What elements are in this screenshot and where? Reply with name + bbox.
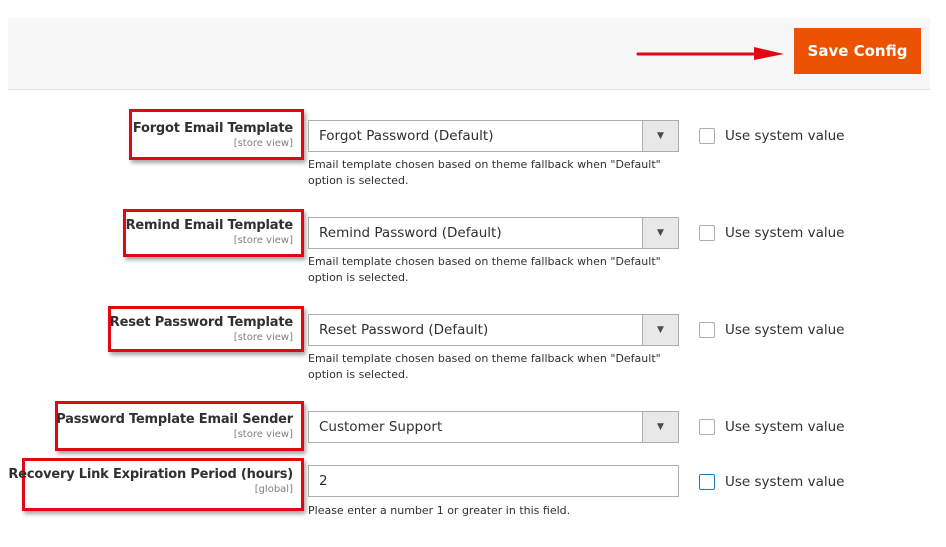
checkbox[interactable] [699, 474, 715, 490]
field-note: Please enter a number 1 or greater in th… [308, 504, 571, 517]
select-value: Reset Password (Default) [319, 322, 489, 338]
field-note: Email template chosen based on theme fal… [308, 255, 661, 284]
field-label-reset-password-template: Reset Password Template [store view] [110, 315, 293, 343]
field-scope: [store view] [233, 332, 293, 343]
annotation-arrow-icon [636, 47, 784, 60]
field-label-remind-email-template: Remind Email Template [store view] [125, 218, 294, 246]
chevron-down-icon[interactable]: ▼ [642, 218, 678, 248]
field-label-text: Remind Email Template [125, 218, 294, 233]
field-label-password-template-email-sender: Password Template Email Sender [store vi… [56, 412, 293, 440]
page-actions-bar [8, 18, 930, 90]
field-scope: [store view] [233, 235, 293, 246]
forgot-email-template-select[interactable]: Forgot Password (Default) ▼ [308, 120, 679, 152]
chevron-down-icon[interactable]: ▼ [642, 121, 678, 151]
field-scope: [store view] [233, 138, 293, 149]
checkbox[interactable] [699, 128, 715, 144]
remind-email-template-select[interactable]: Remind Password (Default) ▼ [308, 217, 679, 249]
use-system-value-reset-password-template[interactable]: Use system value [699, 322, 844, 338]
field-label-text: Forgot Email Template [132, 121, 293, 136]
use-system-value-label: Use system value [725, 419, 845, 435]
password-template-email-sender-select[interactable]: Customer Support ▼ [308, 411, 679, 443]
use-system-value-label: Use system value [725, 474, 845, 490]
field-label-forgot-email-template: Forgot Email Template [store view] [133, 121, 293, 149]
checkbox[interactable] [699, 419, 715, 435]
field-note: Email template chosen based on theme fal… [308, 352, 661, 381]
recovery-link-expiration-period-input[interactable] [308, 465, 679, 497]
select-value: Remind Password (Default) [319, 225, 502, 241]
field-label-text: Recovery Link Expiration Period (hours) [8, 467, 293, 482]
field-note: Email template chosen based on theme fal… [308, 158, 661, 187]
field-label-recovery-link-expiration-period: Recovery Link Expiration Period (hours) … [8, 467, 293, 495]
checkbox[interactable] [699, 322, 715, 338]
use-system-value-recovery-link-expiration-period[interactable]: Use system value [699, 474, 844, 490]
use-system-value-remind-email-template[interactable]: Use system value [699, 225, 844, 241]
field-label-text: Reset Password Template [109, 315, 293, 330]
chevron-down-icon[interactable]: ▼ [642, 315, 678, 345]
use-system-value-label: Use system value [725, 322, 845, 338]
field-scope: [global] [254, 484, 293, 495]
use-system-value-password-template-email-sender[interactable]: Use system value [699, 419, 844, 435]
chevron-down-icon[interactable]: ▼ [642, 412, 678, 442]
use-system-value-label: Use system value [725, 225, 845, 241]
field-label-text: Password Template Email Sender [56, 412, 293, 427]
use-system-value-forgot-email-template[interactable]: Use system value [699, 128, 844, 144]
checkbox[interactable] [699, 225, 715, 241]
use-system-value-label: Use system value [725, 128, 845, 144]
save-config-button[interactable]: Save Config [794, 28, 921, 74]
field-scope: [store view] [233, 429, 293, 440]
select-value: Customer Support [319, 419, 443, 435]
select-value: Forgot Password (Default) [319, 128, 494, 144]
reset-password-template-select[interactable]: Reset Password (Default) ▼ [308, 314, 679, 346]
